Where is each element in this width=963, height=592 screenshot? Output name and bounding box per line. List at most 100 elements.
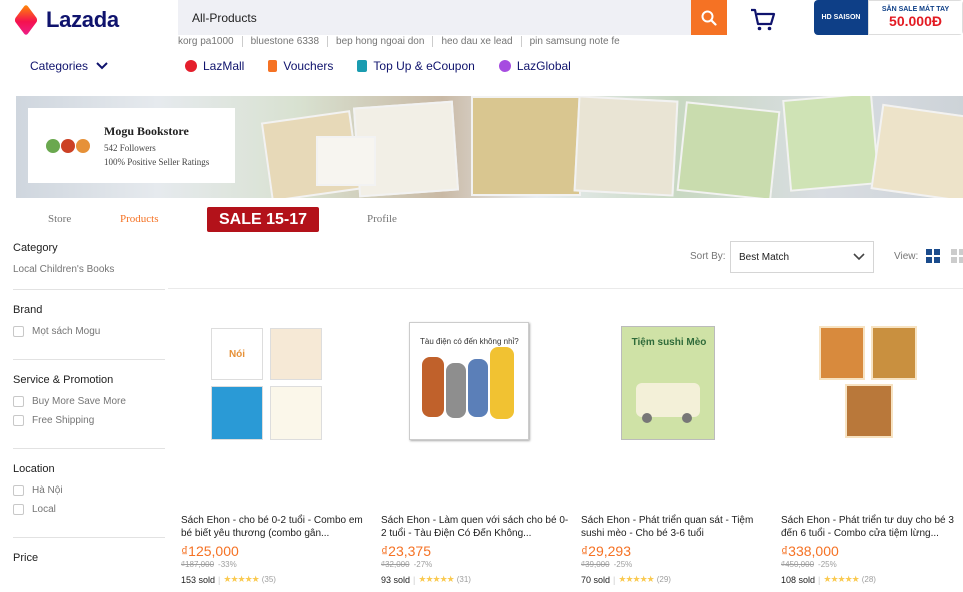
product-footer: 93 sold | ★★★★★ (31): [381, 574, 471, 585]
search-input[interactable]: [178, 0, 691, 35]
product-card[interactable]: Nói Sách Ehon - cho bé 0-2 tuổi - Combo …: [181, 296, 371, 585]
promo-brand: HD SAISON: [814, 0, 868, 35]
chevron-down-icon: [96, 62, 108, 70]
nav-link-label: Vouchers: [283, 59, 334, 73]
checkbox[interactable]: [13, 326, 24, 337]
grid-view-icon[interactable]: [926, 249, 940, 263]
lazada-heart-icon: [14, 8, 40, 32]
sale-badge[interactable]: SALE 15-17: [207, 207, 319, 232]
product-card[interactable]: Sách Ehon - Phát triển tư duy cho bé 3 đ…: [781, 296, 963, 585]
secondary-nav: Categories LazMall Vouchers Top Up & eCo…: [30, 59, 595, 73]
rating-stars-icon: ★★★★★: [618, 574, 654, 584]
list-view-icon[interactable]: [951, 249, 963, 263]
lazmall-icon: [185, 60, 197, 72]
product-card[interactable]: Tiệm sushi Mèo Sách Ehon - Phát triển qu…: [581, 296, 771, 585]
nav-link-label: LazGlobal: [516, 59, 571, 73]
product-image[interactable]: Tiệm sushi Mèo: [581, 296, 771, 486]
product-price: ₫338,000: [781, 543, 839, 559]
nav-lazglobal[interactable]: LazGlobal: [498, 59, 571, 73]
nav-vouchers[interactable]: Vouchers: [268, 59, 333, 73]
nav-lazmall[interactable]: LazMall: [185, 59, 244, 73]
keyword-link[interactable]: pin samsung note fe: [522, 36, 628, 47]
filter-category-link[interactable]: Local Children's Books: [13, 264, 165, 275]
keyword-link[interactable]: bluestone 6338: [243, 36, 329, 47]
keyword-link[interactable]: bep hong ngoai don: [328, 36, 434, 47]
store-followers: 542 Followers: [104, 143, 156, 153]
checkbox[interactable]: [13, 504, 24, 515]
cart-button[interactable]: [750, 8, 776, 32]
original-price: ₫39,000: [581, 560, 610, 569]
tab-profile[interactable]: Profile: [367, 213, 397, 225]
original-price: ₫187,000: [181, 560, 215, 569]
filter-option[interactable]: Local: [13, 504, 165, 515]
promo-headline: SĂN SALE MÁT TAY: [881, 6, 950, 13]
filter-sidebar: Category Local Children's Books Brand Mọ…: [13, 242, 165, 574]
product-image[interactable]: Nói: [181, 296, 371, 486]
trending-keywords: korg pa1000 bluestone 6338 bep hong ngoa…: [178, 36, 628, 47]
filter-brand-title: Brand: [13, 304, 43, 316]
review-count: (28): [861, 575, 876, 584]
product-footer: 70 sold | ★★★★★ (29): [581, 574, 671, 585]
promo-banner[interactable]: HD SAISON SĂN SALE MÁT TAY 50.000Đ: [814, 0, 963, 35]
product-image[interactable]: [781, 296, 963, 486]
book-cover-text: Tàu điện có đến không nhỉ?: [420, 337, 519, 346]
discount: -25%: [818, 560, 837, 569]
store-rating: 100% Positive Seller Ratings: [104, 157, 210, 167]
cart-icon: [751, 8, 776, 31]
product-original-price: ₫32,000 -27%: [381, 560, 571, 569]
filter-option[interactable]: Buy More Save More: [13, 396, 165, 407]
sort-bar: Sort By: Best Match View:: [168, 241, 963, 289]
search-bar[interactable]: [178, 0, 691, 35]
product-name[interactable]: Sách Ehon - Phát triển quan sát - Tiệm s…: [581, 514, 771, 540]
store-logo: [46, 138, 90, 153]
product-card[interactable]: Tàu điện có đến không nhỉ? Sách Ehon - L…: [381, 296, 571, 585]
store-tabs: Store Products SALE 15-17 Profile: [0, 207, 963, 232]
sold-count: 108 sold: [781, 574, 816, 585]
sold-count: 70 sold: [581, 574, 611, 585]
checkbox[interactable]: [13, 396, 24, 407]
filter-option[interactable]: Free Shipping: [13, 415, 165, 426]
search-button[interactable]: [691, 0, 727, 35]
original-price: ₫32,000: [381, 560, 410, 569]
topup-icon: [357, 60, 368, 72]
checkbox[interactable]: [13, 415, 24, 426]
checkbox[interactable]: [13, 485, 24, 496]
filter-option-label: Local: [32, 504, 56, 515]
filter-location-title: Location: [13, 463, 55, 475]
filter-option[interactable]: Hà Nội: [13, 485, 165, 496]
sort-label: Sort By:: [690, 251, 726, 262]
sold-count: 153 sold: [181, 574, 216, 585]
product-name[interactable]: Sách Ehon - Phát triển tư duy cho bé 3 đ…: [781, 514, 963, 540]
sort-value: Best Match: [739, 251, 790, 263]
chevron-down-icon: [853, 253, 865, 261]
filter-service-title: Service & Promotion: [13, 374, 114, 386]
view-label: View:: [894, 251, 919, 262]
keyword-link[interactable]: heo dau xe lead: [433, 36, 522, 47]
book-cover-text: Nói: [211, 328, 263, 380]
tab-products[interactable]: Products: [120, 213, 159, 225]
discount: -33%: [218, 560, 237, 569]
search-icon: [701, 10, 717, 26]
store-info-card: Mogu Bookstore 542 Followers 100% Positi…: [28, 108, 235, 183]
rating-stars-icon: ★★★★★: [823, 574, 859, 584]
discount: -25%: [613, 560, 633, 569]
filter-option-label: Hà Nội: [32, 485, 63, 496]
keyword-link[interactable]: korg pa1000: [178, 36, 243, 47]
categories-dropdown[interactable]: Categories: [30, 59, 185, 73]
product-price: ₫23,375: [381, 543, 432, 559]
review-count: (29): [656, 575, 671, 584]
product-price: ₫125,000: [181, 543, 239, 559]
filter-option[interactable]: Mọt sách Mogu: [13, 326, 165, 337]
lazada-logo[interactable]: Lazada: [14, 7, 119, 33]
product-image[interactable]: Tàu điện có đến không nhỉ?: [381, 296, 571, 486]
filter-price-title: Price: [13, 552, 39, 564]
nav-topup[interactable]: Top Up & eCoupon: [357, 59, 475, 73]
sort-select[interactable]: Best Match: [730, 241, 874, 273]
original-price: ₫450,000: [781, 560, 815, 569]
tab-store[interactable]: Store: [48, 213, 71, 225]
product-name[interactable]: Sách Ehon - Làm quen với sách cho bé 0-2…: [381, 514, 571, 540]
product-name[interactable]: Sách Ehon - cho bé 0-2 tuổi - Combo em b…: [181, 514, 371, 540]
filter-category-title: Category: [13, 242, 58, 254]
rating-stars-icon: ★★★★★: [418, 574, 454, 584]
lazglobal-icon: [498, 60, 511, 72]
